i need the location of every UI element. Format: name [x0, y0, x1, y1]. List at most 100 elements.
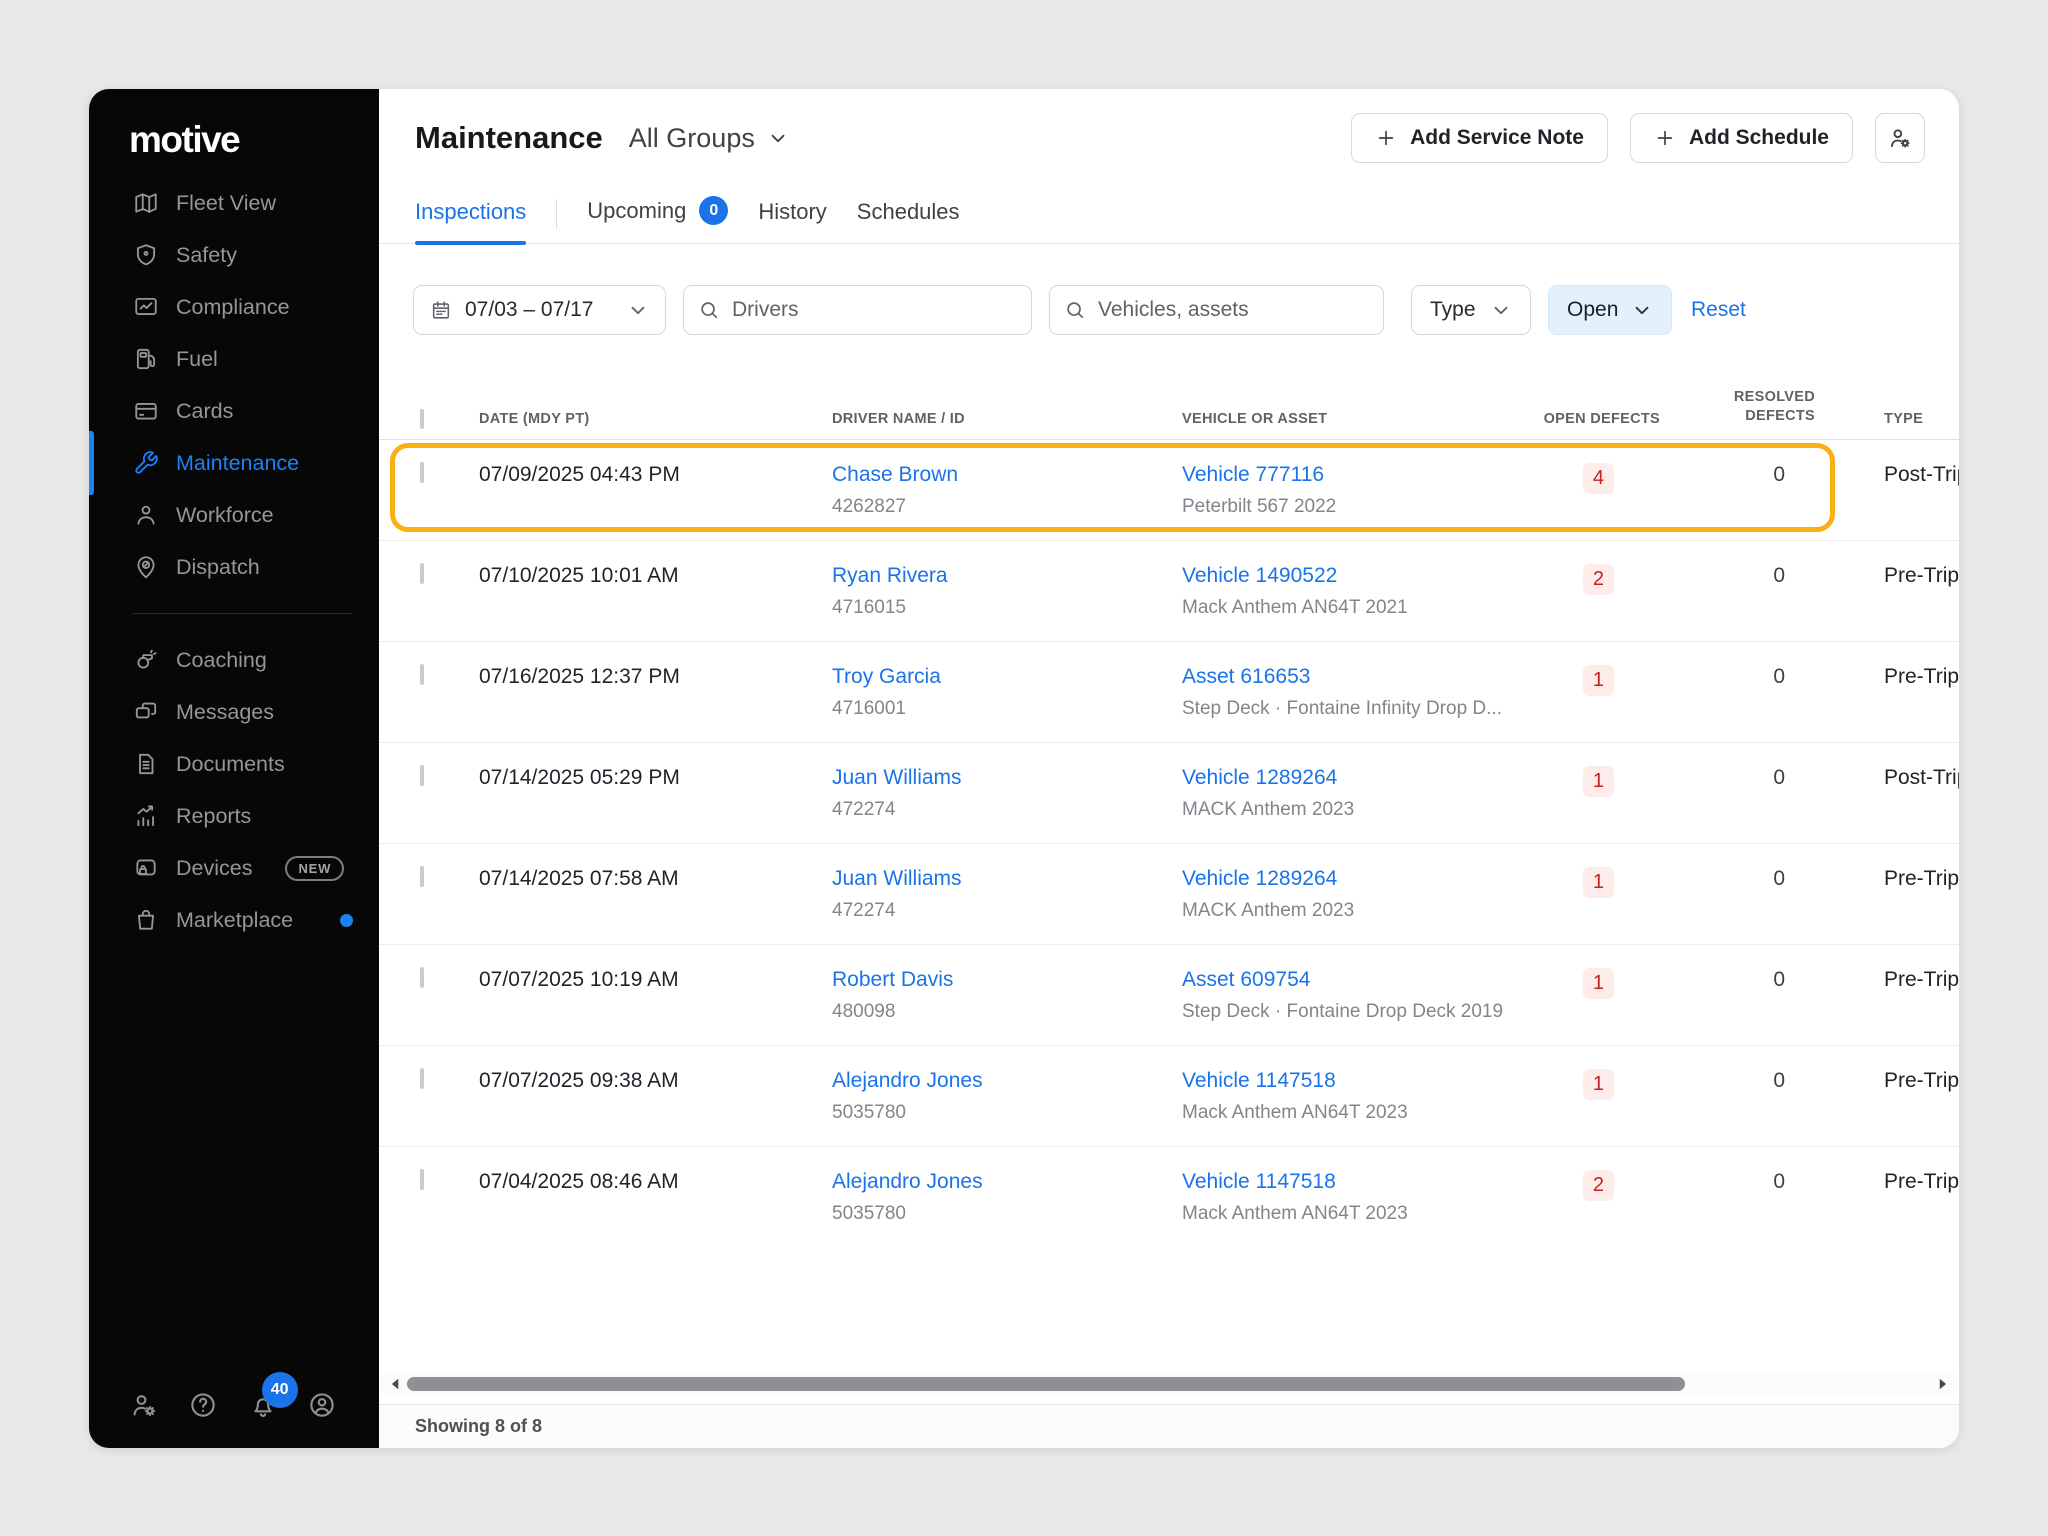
- sidebar-item-fleet-view[interactable]: Fleet View: [89, 177, 379, 229]
- wrench-icon: [133, 450, 159, 476]
- column-header-date: DATE (MDY PT): [479, 411, 832, 427]
- vehicle-link[interactable]: Vehicle 777116: [1182, 463, 1324, 486]
- table-row[interactable]: 07/14/2025 07:58 AM Juan Williams472274 …: [379, 844, 1959, 945]
- add-service-note-button[interactable]: Add Service Note: [1351, 113, 1608, 163]
- scroll-right-arrow[interactable]: [1933, 1375, 1951, 1393]
- driver-link[interactable]: Juan Williams: [832, 766, 962, 789]
- resolved-defects-count: 0: [1773, 665, 1815, 689]
- vehicle-link[interactable]: Asset 616653: [1182, 665, 1310, 688]
- inspection-type: Post-Trip: [1884, 766, 1959, 789]
- table-row[interactable]: 07/16/2025 12:37 PM Troy Garcia 4716001 A…: [379, 642, 1959, 743]
- tab-label: Upcoming: [587, 198, 686, 224]
- driver-id: 4716001: [832, 698, 1182, 720]
- row-checkbox[interactable]: [420, 563, 424, 584]
- status-filter-dropdown[interactable]: Open: [1548, 285, 1672, 335]
- reset-filters-link[interactable]: Reset: [1691, 298, 1746, 322]
- table-row[interactable]: 07/09/2025 04:43 PM Chase Brown4262827 V…: [379, 440, 1959, 541]
- driver-link[interactable]: Alejandro Jones: [832, 1170, 983, 1193]
- drivers-search-input[interactable]: [683, 285, 1032, 335]
- vehicle-link[interactable]: Asset 609754: [1182, 968, 1310, 991]
- vehicle-link[interactable]: Vehicle 1147518: [1182, 1170, 1336, 1193]
- vehicle-detail: MACK Anthem 2023: [1182, 799, 1529, 821]
- sidebar-item-dispatch[interactable]: Dispatch: [89, 541, 379, 593]
- filter-bar: 07/03 – 07/17 Type Open: [379, 285, 1959, 335]
- table-row[interactable]: 07/07/2025 09:38 AM Alejandro Jones50357…: [379, 1046, 1959, 1147]
- sidebar-item-devices[interactable]: Devices NEW: [89, 842, 379, 894]
- sidebar-item-marketplace[interactable]: Marketplace: [89, 894, 379, 946]
- add-schedule-button[interactable]: Add Schedule: [1630, 113, 1853, 163]
- row-checkbox[interactable]: [420, 664, 424, 685]
- sidebar-item-label: Workforce: [176, 503, 274, 528]
- sidebar-item-safety[interactable]: Safety: [89, 229, 379, 281]
- plus-icon: [1654, 127, 1676, 149]
- vehicle-link[interactable]: Vehicle 1289264: [1182, 766, 1337, 789]
- select-all-checkbox[interactable]: [420, 409, 424, 429]
- row-checkbox[interactable]: [420, 1169, 424, 1190]
- admin-user-gear-icon[interactable]: [129, 1390, 159, 1420]
- row-checkbox[interactable]: [420, 1068, 424, 1089]
- sidebar-item-reports[interactable]: Reports: [89, 790, 379, 842]
- table-row[interactable]: 07/04/2025 08:46 AM Alejandro Jones50357…: [379, 1147, 1959, 1248]
- user-settings-button[interactable]: [1875, 113, 1925, 163]
- row-checkbox[interactable]: [420, 765, 424, 786]
- inspection-type: Pre-Trip: [1884, 564, 1959, 587]
- date-range-picker[interactable]: 07/03 – 07/17: [413, 285, 666, 335]
- sidebar-item-label: Reports: [176, 804, 251, 829]
- sidebar-item-messages[interactable]: Messages: [89, 686, 379, 738]
- account-icon[interactable]: [307, 1390, 337, 1420]
- vehicle-link[interactable]: Vehicle 1289264: [1182, 867, 1337, 890]
- sidebar-item-fuel[interactable]: Fuel: [89, 333, 379, 385]
- tab-divider: [556, 199, 557, 229]
- scrollbar-thumb[interactable]: [407, 1377, 1685, 1391]
- sidebar-item-maintenance[interactable]: Maintenance: [89, 437, 379, 489]
- table-row[interactable]: 07/14/2025 05:29 PM Juan Williams472274 …: [379, 743, 1959, 844]
- driver-id: 5035780: [832, 1102, 1182, 1124]
- inspection-date: 07/16/2025 12:37 PM: [479, 665, 680, 688]
- help-icon[interactable]: [188, 1390, 218, 1420]
- sidebar-item-cards[interactable]: Cards: [89, 385, 379, 437]
- driver-link[interactable]: Robert Davis: [832, 968, 953, 991]
- row-checkbox[interactable]: [420, 462, 424, 483]
- vehicles-search: [1049, 285, 1384, 335]
- tab-upcoming[interactable]: Upcoming 0: [587, 196, 728, 243]
- table-row[interactable]: 07/07/2025 10:19 AM Robert Davis480098 A…: [379, 945, 1959, 1046]
- type-filter-dropdown[interactable]: Type: [1411, 285, 1531, 335]
- sidebar-nav: Fleet View Safety Compliance: [89, 177, 379, 946]
- vehicle-detail: Mack Anthem AN64T 2021: [1182, 597, 1529, 619]
- map-icon: [133, 190, 159, 216]
- sidebar-item-workforce[interactable]: Workforce: [89, 489, 379, 541]
- driver-link[interactable]: Chase Brown: [832, 463, 958, 486]
- tab-inspections[interactable]: Inspections: [415, 199, 526, 243]
- scroll-left-arrow[interactable]: [387, 1375, 405, 1393]
- vehicle-link[interactable]: Vehicle 1490522: [1182, 564, 1337, 587]
- row-checkbox[interactable]: [420, 866, 424, 887]
- tab-schedules[interactable]: Schedules: [857, 199, 960, 243]
- sidebar-item-label: Coaching: [176, 648, 267, 673]
- column-header-open-defects: OPEN DEFECTS: [1529, 411, 1660, 427]
- resolved-defects-count: 0: [1773, 564, 1815, 588]
- driver-link[interactable]: Juan Williams: [832, 867, 962, 890]
- driver-link[interactable]: Alejandro Jones: [832, 1069, 983, 1092]
- chevron-down-icon: [1631, 299, 1653, 321]
- bag-icon: [133, 907, 159, 933]
- search-icon: [1064, 299, 1086, 321]
- driver-id: 4262827: [832, 496, 1182, 518]
- tab-history[interactable]: History: [758, 199, 826, 243]
- row-checkbox[interactable]: [420, 967, 424, 988]
- main-content: Maintenance All Groups Add Service Note …: [379, 89, 1959, 1448]
- table-row[interactable]: 07/10/2025 10:01 AM Ryan Rivera4716015 V…: [379, 541, 1959, 642]
- open-defects-badge: 4: [1583, 463, 1614, 494]
- inspection-type: Post-Trip: [1884, 463, 1959, 486]
- driver-link[interactable]: Troy Garcia: [832, 665, 941, 688]
- app-window: motive Fleet View Safety: [89, 89, 1959, 1448]
- group-selector[interactable]: All Groups: [629, 123, 789, 154]
- driver-link[interactable]: Ryan Rivera: [832, 564, 948, 587]
- open-defects-badge: 1: [1583, 867, 1614, 898]
- vehicles-search-input[interactable]: [1049, 285, 1384, 335]
- sidebar-item-documents[interactable]: Documents: [89, 738, 379, 790]
- column-header-driver: DRIVER NAME / ID: [832, 411, 1182, 427]
- sidebar-item-coaching[interactable]: Coaching: [89, 634, 379, 686]
- sidebar-item-compliance[interactable]: Compliance: [89, 281, 379, 333]
- vehicle-link[interactable]: Vehicle 1147518: [1182, 1069, 1336, 1092]
- notifications-bell-icon[interactable]: 40: [248, 1390, 278, 1420]
